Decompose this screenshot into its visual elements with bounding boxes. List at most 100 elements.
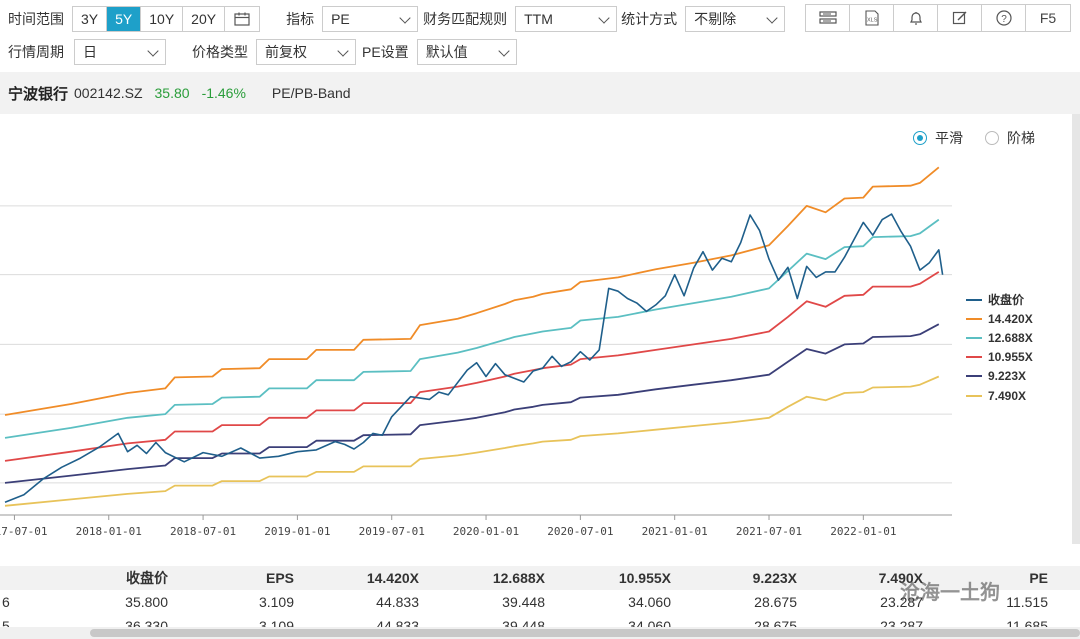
radio-selected-icon (913, 131, 927, 145)
stock-price: 35.80 (154, 85, 190, 101)
cell-14420: 44.833 (376, 594, 419, 610)
refresh-f5-button[interactable]: F5 (1026, 5, 1070, 31)
row-date: 6 (2, 594, 10, 610)
chart-type-name: PE/PB-Band (271, 85, 351, 101)
x-tick-label: 2021-07-01 (736, 525, 802, 538)
help-button[interactable]: ? (982, 5, 1026, 31)
legend-label: 9.223X (988, 369, 1027, 384)
legend-item-12688[interactable]: 12.688X (966, 328, 1033, 347)
calendar-button[interactable] (225, 7, 259, 31)
header-14420[interactable]: 14.420X (367, 566, 419, 590)
chevron-down-icon (337, 45, 349, 57)
toolbar-icon-group: XLS ? F5 (805, 4, 1071, 32)
chevron-down-icon (399, 12, 411, 24)
series-line-b9 (4, 323, 940, 484)
cell-10955: 34.060 (628, 594, 671, 610)
help-icon: ? (995, 10, 1012, 26)
x-tick-label: 2018-01-01 (76, 525, 142, 538)
legend-item-9223[interactable]: 9.223X (966, 367, 1033, 386)
toolbar: 时间范围 3Y 5Y 10Y 20Y 指标 PE 财务匹配规则 TTM 统计方式… (0, 0, 1080, 72)
x-tick-label: 2020-07-01 (547, 525, 613, 538)
x-tick-label: 2019-01-01 (264, 525, 330, 538)
horizontal-scroll-thumb[interactable] (90, 629, 1080, 637)
radio-unselected-icon (985, 131, 999, 145)
legend-label: 7.490X (988, 388, 1027, 403)
chevron-down-icon (766, 12, 778, 24)
period-value: 日 (83, 44, 97, 60)
finance-rule-select[interactable]: TTM (515, 6, 618, 32)
cell-pe: 11.515 (1006, 594, 1048, 610)
legend-swatch (966, 356, 982, 359)
x-tick-label: 2022-01-01 (830, 525, 896, 538)
legend-item-14420[interactable]: 14.420X (966, 309, 1033, 328)
toolbar-row-2: 行情周期 日 价格类型 前复权 PE设置 默认值 (0, 37, 517, 67)
legend-swatch (966, 375, 982, 378)
legend-item-close[interactable]: 收盘价 (966, 290, 1033, 309)
chart-legend: 收盘价 14.420X 12.688X 10.955X 9.223X 7.490… (966, 290, 1033, 405)
price-type-select[interactable]: 前复权 (256, 39, 356, 65)
vertical-scrollbar[interactable] (1072, 114, 1080, 544)
time-range-selector: 3Y 5Y 10Y 20Y (72, 6, 261, 32)
range-10y-button[interactable]: 10Y (141, 7, 184, 31)
cell-9223: 28.675 (754, 594, 797, 610)
watermark: 沧海一土狗 (900, 582, 1000, 604)
smooth-label: 平滑 (935, 130, 963, 146)
list-view-icon (818, 11, 837, 24)
price-type-value: 前复权 (265, 44, 307, 60)
pe-setting-label: PE设置 (362, 44, 409, 60)
stock-change: -1.46% (201, 85, 246, 101)
price-type-label: 价格类型 (192, 44, 248, 60)
header-eps[interactable]: EPS (266, 566, 294, 590)
range-5y-button[interactable]: 5Y (107, 7, 142, 31)
stat-method-value: 不剔除 (694, 11, 737, 27)
legend-label: 10.955X (988, 350, 1033, 365)
edit-button[interactable] (938, 5, 982, 31)
period-label: 行情周期 (8, 44, 64, 60)
chevron-down-icon (598, 12, 610, 24)
legend-item-10955[interactable]: 10.955X (966, 348, 1033, 367)
header-close[interactable]: 收盘价 (126, 566, 168, 590)
header-pe[interactable]: PE (1029, 566, 1048, 590)
header-12688[interactable]: 12.688X (493, 566, 545, 590)
edit-icon (952, 11, 966, 25)
list-view-button[interactable] (806, 5, 850, 31)
cell-12688: 39.448 (502, 594, 545, 610)
excel-export-button[interactable]: XLS (850, 5, 894, 31)
pe-setting-select[interactable]: 默认值 (416, 39, 517, 65)
pe-setting-value: 默认值 (425, 44, 468, 60)
x-tick-label: 2017-07-01 (0, 525, 48, 538)
toolbar-row-1: 时间范围 3Y 5Y 10Y 20Y 指标 PE 财务匹配规则 TTM 统计方式… (0, 4, 786, 34)
legend-swatch (966, 336, 982, 339)
finance-rule-label: 财务匹配规则 (423, 11, 508, 27)
cell-close: 35.800 (125, 594, 168, 610)
stock-info-bar: 宁波银行 002142.SZ 35.80 -1.46% PE/PB-Band (0, 72, 1080, 114)
stock-code: 002142.SZ (74, 85, 143, 101)
indicator-select[interactable]: PE (322, 6, 419, 32)
period-select[interactable]: 日 (74, 39, 166, 65)
legend-swatch (966, 298, 982, 301)
step-radio[interactable]: 阶梯 (985, 128, 1035, 148)
range-3y-button[interactable]: 3Y (73, 7, 108, 31)
smooth-radio[interactable]: 平滑 (913, 128, 963, 148)
header-9223[interactable]: 9.223X (753, 566, 797, 590)
chart-panel: 2017-07-01 2018-01-01 2018-07-01 2019-01-01… (0, 114, 1072, 544)
indicator-value: PE (331, 11, 350, 27)
cell-eps: 3.109 (258, 594, 294, 610)
horizontal-scrollbar[interactable] (0, 627, 1080, 639)
range-20y-button[interactable]: 20Y (183, 7, 226, 31)
legend-label: 收盘价 (988, 293, 1025, 308)
svg-text:XLS: XLS (867, 18, 878, 24)
legend-item-7490[interactable]: 7.490X (966, 386, 1033, 405)
stock-name: 宁波银行 (8, 85, 69, 103)
time-range-label: 时间范围 (8, 11, 64, 27)
finance-rule-value: TTM (524, 11, 553, 27)
stat-method-select[interactable]: 不剔除 (685, 6, 786, 32)
legend-swatch (966, 394, 982, 397)
stat-method-label: 统计方式 (621, 11, 678, 27)
alert-button[interactable] (894, 5, 938, 31)
header-10955[interactable]: 10.955X (619, 566, 671, 590)
legend-label: 12.688X (988, 330, 1033, 345)
x-tick-label: 2018-07-01 (170, 525, 236, 538)
svg-text:?: ? (1001, 14, 1007, 25)
step-label: 阶梯 (1007, 130, 1035, 146)
